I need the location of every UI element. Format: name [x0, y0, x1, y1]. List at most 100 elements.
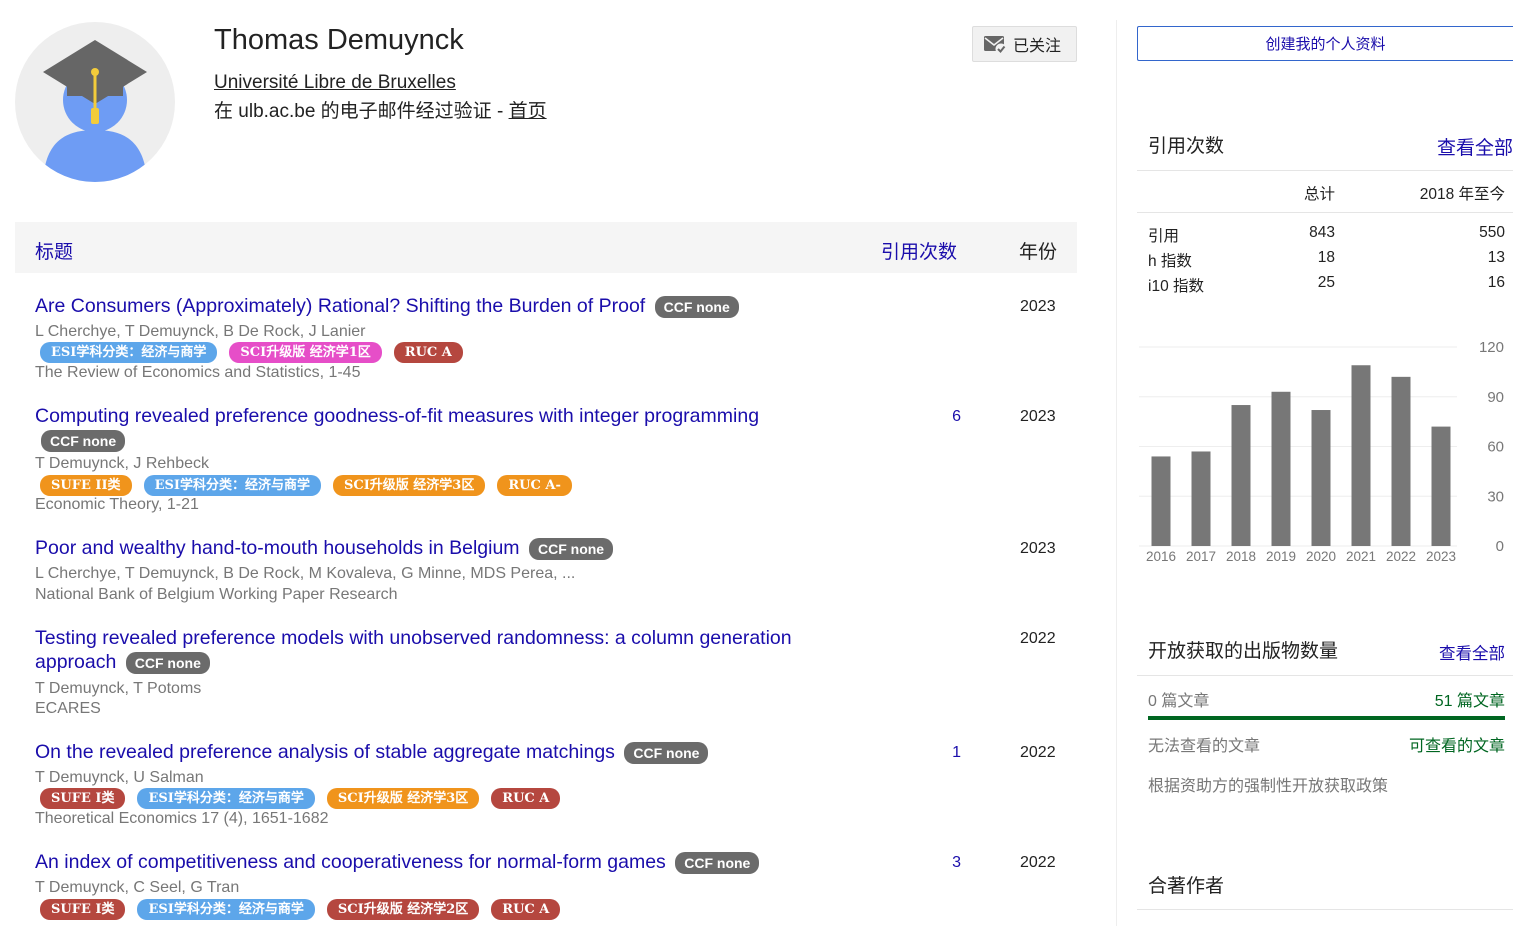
article-title-cell: Are Consumers (Approximately) Rational? … [35, 294, 835, 318]
sort-by-title[interactable]: 标题 [35, 237, 73, 264]
article-venue: National Bank of Belgium Working Paper R… [35, 586, 398, 603]
ranking-tags: SUFE I类 ESI学科分类：经济与商学 SCI升级版 经济学2区 RUC A [40, 899, 561, 920]
col-total-header: 总计 [1303, 186, 1335, 203]
citation-bar[interactable] [1311, 410, 1331, 546]
ranking-tags: SUFE II类 ESI学科分类：经济与商学 SCI升级版 经济学3区 RUC A- [40, 475, 572, 496]
ccf-badge: CCF none [654, 295, 739, 318]
divider [1137, 909, 1513, 910]
stat-label[interactable]: h 指数 [1148, 249, 1192, 271]
article-venue: The Review of Economics and Statistics, … [35, 364, 361, 381]
ccf-badge: CCF none [528, 537, 614, 560]
article-authors: T Demuynck, J Rehbeck [35, 455, 209, 472]
divider [1137, 170, 1513, 171]
y-tick-label: 0 [1496, 538, 1504, 555]
follow-button[interactable]: 已关注 [972, 26, 1077, 62]
article-title-link[interactable]: An index of competitiveness and cooperat… [35, 851, 666, 873]
follow-label: 已关注 [1013, 38, 1062, 55]
citation-bar[interactable] [1151, 456, 1171, 546]
ranking-tag: SCI升级版 经济学3区 [326, 788, 480, 809]
stat-since: 13 [1487, 249, 1505, 266]
open-access-heading: 开放获取的出版物数量 [1148, 641, 1339, 662]
coauthors-heading: 合著作者 [1148, 876, 1225, 897]
ranking-tag: SUFE II类 [40, 475, 132, 496]
stat-label[interactable]: i10 指数 [1148, 274, 1204, 296]
ranking-tag: RUC A [491, 899, 561, 920]
profile-main: Thomas Demuynck Université Libre de Brux… [0, 0, 1100, 926]
available-label: 可查看的文章 [1408, 738, 1505, 755]
stat-since: 16 [1487, 274, 1505, 291]
ranking-tag: ESI学科分类：经济与商学 [137, 788, 315, 809]
citations-view-all-link[interactable]: 查看全部 [1437, 133, 1513, 160]
affiliation-link[interactable]: Université Libre de Bruxelles [214, 72, 456, 94]
article-title-link[interactable]: On the revealed preference analysis of s… [35, 741, 615, 763]
y-tick-label: 30 [1487, 488, 1504, 505]
x-tick-label: 2016 [1146, 549, 1176, 564]
citation-bar[interactable] [1351, 365, 1371, 546]
citations-heading: 引用次数 [1148, 136, 1225, 157]
verified-email-text: 在 ulb.ac.be 的电子邮件经过验证 - [214, 101, 509, 122]
citation-bar[interactable] [1271, 391, 1291, 546]
article-citation-count[interactable]: 1 [935, 744, 961, 762]
y-tick-label: 90 [1487, 389, 1504, 406]
x-tick-label: 2021 [1346, 549, 1376, 564]
y-tick-label: 120 [1479, 339, 1504, 356]
citation-bar[interactable] [1231, 405, 1251, 546]
avatar [15, 22, 175, 182]
stat-total: 25 [1317, 274, 1335, 291]
x-tick-label: 2023 [1426, 549, 1456, 564]
articles-table-header: 标题 引用次数 年份 [15, 222, 1077, 273]
col-since-header: 2018 年至今 [1419, 186, 1505, 203]
stat-total: 18 [1317, 249, 1335, 266]
ccf-badge: CCF none [675, 851, 760, 874]
citation-bar[interactable] [1391, 376, 1411, 546]
article-venue: Theoretical Economics 17 (4), 1651-1682 [35, 810, 329, 827]
article-authors: L Cherchye, T Demuynck, B De Rock, J Lan… [35, 323, 366, 340]
article-authors: L Cherchye, T Demuynck, B De Rock, M Kov… [35, 565, 576, 582]
mail-check-icon [984, 36, 1007, 54]
x-tick-label: 2017 [1186, 549, 1216, 564]
x-tick-label: 2020 [1306, 549, 1336, 564]
ranking-tag: ESI学科分类：经济与商学 [40, 342, 218, 363]
open-access-view-all-link[interactable]: 查看全部 [1439, 640, 1505, 664]
ranking-tag: SUFE I类 [40, 788, 126, 809]
article-venue: Economic Theory, 1-21 [35, 496, 199, 513]
citation-bar[interactable] [1431, 426, 1451, 546]
ccf-badge: CCF none [624, 741, 709, 764]
article-citation-count[interactable]: 3 [935, 854, 961, 872]
article-title-link[interactable]: Computing revealed preference goodness-o… [35, 405, 759, 427]
ranking-tag: RUC A [393, 342, 463, 363]
article-title-cell: An index of competitiveness and cooperat… [35, 850, 835, 874]
unavailable-count[interactable]: 0 篇文章 [1148, 687, 1209, 711]
article-title-cell: Poor and wealthy hand-to-mouth household… [35, 536, 835, 560]
ranking-tag: SCI升级版 经济学1区 [229, 342, 382, 363]
mandate-text[interactable]: 根据资助方的强制性开放获取政策 [1148, 772, 1388, 796]
available-count[interactable]: 51 篇文章 [1435, 687, 1505, 711]
open-access-progress-bar [1148, 716, 1505, 720]
article-authors: T Demuynck, T Potoms [35, 680, 202, 697]
ranking-tag: SCI升级版 经济学2区 [326, 899, 480, 920]
stat-total: 843 [1309, 224, 1335, 241]
ranking-tags: ESI学科分类：经济与商学 SCI升级版 经济学1区 RUC A [40, 342, 463, 363]
sort-by-year[interactable]: 年份 [1019, 237, 1057, 264]
unavailable-label: 无法查看的文章 [1148, 738, 1261, 755]
citation-bar[interactable] [1191, 451, 1211, 546]
sort-by-citations[interactable]: 引用次数 [881, 237, 957, 264]
article-citation-count[interactable]: 6 [935, 408, 961, 426]
x-tick-label: 2022 [1386, 549, 1416, 564]
column-divider [1116, 20, 1117, 926]
x-tick-label: 2018 [1226, 549, 1256, 564]
ccf-badge: CCF none [125, 651, 210, 674]
create-profile-button[interactable]: 创建我的个人资料 [1137, 26, 1513, 61]
ranking-tag: SUFE I类 [40, 899, 126, 920]
homepage-link[interactable]: 首页 [509, 101, 547, 122]
verified-email-line: 在 ulb.ac.be 的电子邮件经过验证 - 首页 [214, 96, 547, 123]
ranking-tag: SCI升级版 经济学3区 [332, 475, 486, 496]
article-title-link[interactable]: Poor and wealthy hand-to-mouth household… [35, 537, 520, 559]
article-title-cell: Testing revealed preference models with … [35, 626, 835, 674]
profile-name: Thomas Demuynck [214, 24, 464, 56]
article-title-link[interactable]: Are Consumers (Approximately) Rational? … [35, 295, 645, 317]
profile-sidebar: 创建我的个人资料 引用次数 查看全部 总计 2018 年至今 引用 843 550 h… [1137, 0, 1513, 926]
stat-label[interactable]: 引用 [1148, 224, 1179, 246]
ranking-tag: ESI学科分类：经济与商学 [143, 475, 321, 496]
article-title-cell: Computing revealed preference goodness-o… [35, 404, 835, 452]
